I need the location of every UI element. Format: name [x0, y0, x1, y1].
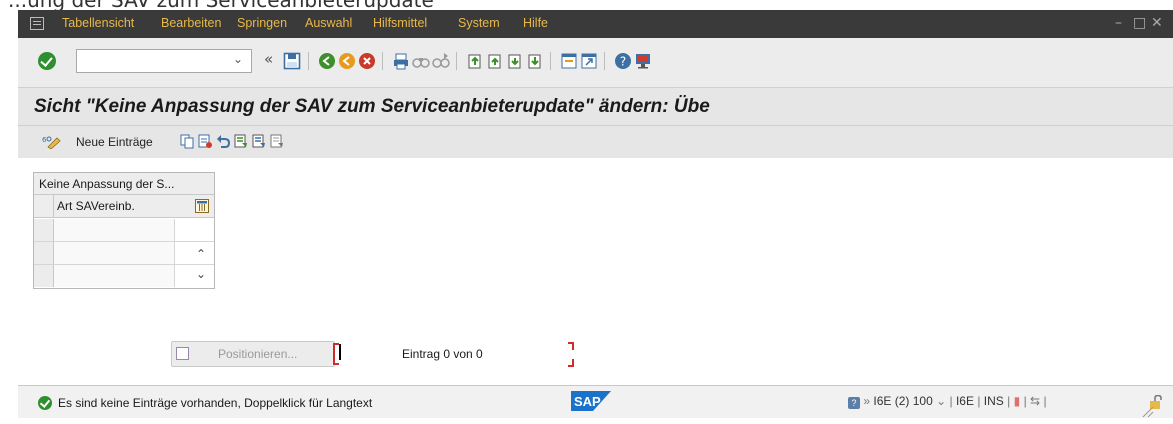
new-entries-button[interactable]: Neue Einträge	[76, 135, 153, 149]
table-row	[34, 265, 214, 288]
menu-auswahl[interactable]: Auswahl	[305, 16, 352, 30]
application-toolbar: 6 Neue Einträge	[18, 126, 1173, 158]
back-icon[interactable]	[318, 52, 336, 70]
minimize-icon[interactable]: –	[1115, 15, 1122, 31]
cropped-header-text: ...ung der SAV zum Serviceanbieterupdate	[8, 0, 434, 10]
position-icon	[176, 347, 189, 360]
position-button[interactable]: Positionieren...	[171, 341, 335, 367]
help-icon[interactable]: ?	[614, 52, 632, 70]
table-settings-icon[interactable]	[195, 199, 209, 213]
sap-logo: SAP	[571, 391, 611, 411]
last-page-icon[interactable]	[526, 52, 544, 70]
resize-grip-icon[interactable]	[1138, 402, 1154, 418]
system-toolbar: ⌄ « ?	[18, 38, 1173, 88]
menu-springen[interactable]: Springen	[237, 16, 287, 30]
close-icon[interactable]: ✕	[1151, 15, 1163, 31]
deselect-all-icon[interactable]	[270, 134, 284, 149]
performance-icon: ▮	[1013, 394, 1021, 408]
print-icon[interactable]	[392, 52, 410, 70]
text-cursor	[339, 344, 341, 360]
status-bar: Es sind keine Einträge vorhanden, Doppel…	[18, 385, 1173, 418]
menu-hilfsmittel[interactable]: Hilfsmittel	[373, 16, 427, 30]
toolbar-separator	[308, 52, 309, 70]
table-control: Keine Anpassung der S... Art SAVereinb. …	[33, 172, 215, 289]
find-icon[interactable]	[412, 52, 430, 70]
system-session[interactable]: I6E (2) 100	[873, 394, 932, 408]
table-row	[34, 242, 214, 265]
page-title: Sicht "Keine Anpassung der SAV zum Servi…	[34, 96, 710, 117]
chevron-down-icon[interactable]: ⌄	[936, 394, 946, 408]
table-cell[interactable]	[54, 242, 175, 264]
server-name: I6E	[955, 394, 974, 408]
error-marker	[568, 359, 574, 367]
svg-text:SAP: SAP	[574, 394, 601, 409]
menubar: Tabellensicht Bearbeiten Springen Auswah…	[18, 10, 1173, 38]
customize-layout-icon[interactable]	[634, 52, 652, 70]
delete-icon[interactable]	[198, 134, 212, 149]
exit-icon[interactable]	[338, 52, 356, 70]
scroll-up-icon[interactable]: ⌃	[196, 247, 206, 261]
table-cell[interactable]	[54, 265, 175, 287]
row-selector[interactable]	[34, 265, 54, 287]
row-selector[interactable]	[34, 242, 54, 264]
scroll-down-icon[interactable]: ⌄	[196, 267, 206, 281]
entry-counter: Eintrag 0 von 0	[402, 347, 483, 361]
title-bar: Sicht "Keine Anpassung der SAV zum Servi…	[18, 88, 1173, 126]
maximize-icon[interactable]: □	[1133, 15, 1146, 31]
toolbar-separator	[604, 52, 605, 70]
row-selector[interactable]	[34, 219, 54, 241]
toolbar-separator	[550, 52, 551, 70]
error-marker	[568, 342, 574, 350]
find-next-icon[interactable]	[432, 52, 450, 70]
success-icon	[38, 396, 52, 410]
system-menu-icon[interactable]	[30, 17, 44, 30]
change-display-icon[interactable]: 6	[42, 134, 62, 149]
menu-system[interactable]: System	[458, 16, 500, 30]
status-message[interactable]: Es sind keine Einträge vorhanden, Doppel…	[58, 396, 372, 410]
collapse-icon[interactable]: «	[264, 50, 273, 68]
previous-page-icon[interactable]	[486, 52, 504, 70]
toolbar-separator	[382, 52, 383, 70]
enter-icon[interactable]	[38, 52, 56, 70]
insert-mode[interactable]: INS	[984, 394, 1004, 408]
svg-text:6: 6	[42, 136, 47, 144]
column-header-row: Art SAVereinb.	[34, 195, 214, 218]
first-page-icon[interactable]	[466, 52, 484, 70]
select-all-rows-button[interactable]	[34, 195, 54, 217]
system-info: ? » I6E (2) 100 ⌄ | I6E | INS | ▮ | ⇆ |	[848, 394, 1047, 409]
shortcut-icon[interactable]	[580, 52, 598, 70]
menu-hilfe[interactable]: Hilfe	[523, 16, 548, 30]
expand-icon[interactable]: »	[863, 394, 870, 408]
position-button-label: Positionieren...	[218, 347, 298, 361]
save-icon[interactable]	[283, 52, 301, 70]
tab-order-icon[interactable]: ⇆	[1030, 394, 1040, 408]
table-cell[interactable]	[54, 219, 175, 241]
chevron-down-icon[interactable]: ⌄	[233, 52, 243, 66]
command-input[interactable]	[77, 51, 222, 71]
copy-as-icon[interactable]	[180, 134, 194, 149]
select-block-icon[interactable]	[252, 134, 266, 149]
command-field[interactable]: ⌄	[76, 49, 252, 73]
cropped-header-strip: ...ung der SAV zum Serviceanbieterupdate	[0, 0, 1173, 10]
svg-text:?: ?	[620, 55, 626, 69]
table-row	[34, 219, 214, 242]
menu-tabellensicht[interactable]: Tabellensicht	[62, 16, 134, 30]
column-header-art-savereinb[interactable]: Art SAVereinb.	[57, 199, 135, 213]
status-help-icon[interactable]: ?	[848, 397, 860, 409]
toolbar-separator	[456, 52, 457, 70]
menu-bearbeiten[interactable]: Bearbeiten	[161, 16, 221, 30]
table-title: Keine Anpassung der S...	[34, 173, 214, 195]
next-page-icon[interactable]	[506, 52, 524, 70]
undo-change-icon[interactable]	[216, 134, 230, 149]
cancel-icon[interactable]	[358, 52, 376, 70]
new-session-icon[interactable]	[560, 52, 578, 70]
select-all-icon[interactable]	[234, 134, 248, 149]
